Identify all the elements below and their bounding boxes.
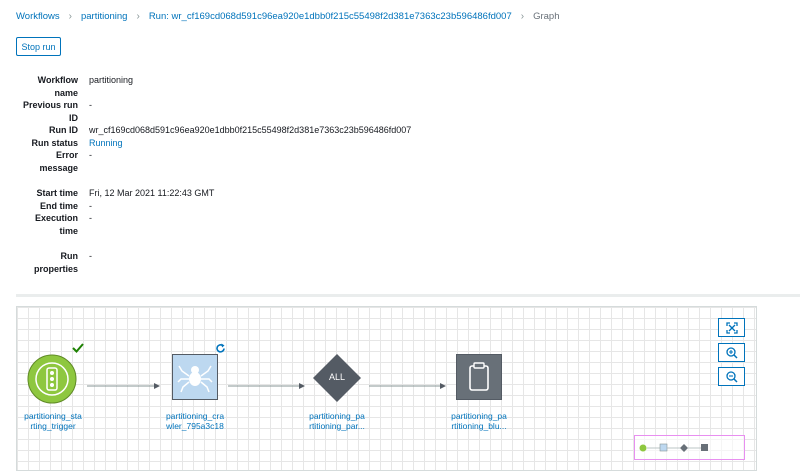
- node-label-line: rting_trigger: [30, 421, 76, 431]
- node-label-line: partitioning_pa: [309, 411, 365, 421]
- error-message-value: -: [89, 150, 92, 160]
- end-time-value: -: [89, 200, 92, 211]
- workflow-name-value: partitioning: [89, 75, 134, 85]
- section-divider: [16, 294, 800, 297]
- detail-previous-run: Previous run ID -: [16, 99, 516, 124]
- detail-label: Execution: [34, 213, 78, 223]
- node-label-line: rtitioning_par...: [309, 421, 365, 431]
- zoom-out-icon: [725, 370, 738, 383]
- run-properties-value: -: [89, 251, 92, 261]
- fit-to-screen-icon: [725, 321, 738, 334]
- node-label-line: partitioning_sta: [24, 411, 82, 421]
- checkmark-icon: [72, 343, 84, 353]
- detail-label: Workflow: [37, 75, 78, 85]
- chevron-right-icon: ›: [68, 11, 72, 22]
- detail-execution-time: Execution time -: [16, 212, 516, 237]
- detail-label: time: [59, 225, 78, 236]
- minimap-preview: [639, 443, 708, 452]
- node-label-line: partitioning_pa: [451, 411, 507, 421]
- run-details: Workflow name partitioning Previous run ID…: [16, 74, 516, 275]
- condition-node[interactable]: ALL: [312, 353, 362, 403]
- run-id-value: wr_cf169cd068d591c96ea920e1dbb0f215c5549…: [89, 125, 412, 135]
- detail-label: message: [39, 162, 78, 173]
- detail-label: Start time: [36, 188, 78, 198]
- detail-run-id: Run ID wr_cf169cd068d591c96ea920e1dbb0f2…: [16, 124, 516, 137]
- node-label-line: partitioning_cra: [165, 411, 225, 421]
- node-label-line: rtitioning_blu...: [451, 421, 507, 431]
- job-node[interactable]: [456, 354, 502, 400]
- detail-label: name: [54, 87, 78, 98]
- breadcrumb-run[interactable]: Run: wr_cf169cd068d591c96ea920e1dbb0f215…: [149, 11, 512, 22]
- crawler-spider-icon: [172, 354, 218, 400]
- detail-start-time: Start time Fri, 12 Mar 2021 11:22:43 GMT: [16, 187, 516, 200]
- detail-end-time: End time -: [16, 200, 516, 213]
- breadcrumb-workflow[interactable]: partitioning: [81, 11, 127, 22]
- detail-run-properties: Run properties -: [16, 250, 516, 275]
- detail-label: ID: [69, 112, 78, 123]
- condition-node-label[interactable]: partitioning_pa rtitioning_par...: [282, 411, 392, 431]
- job-node-label[interactable]: partitioning_pa rtitioning_blu...: [424, 411, 534, 431]
- detail-label: End time: [39, 200, 78, 211]
- detail-label: Error: [55, 150, 78, 160]
- crawler-node[interactable]: [172, 354, 218, 400]
- detail-label: Run ID: [49, 125, 78, 135]
- breadcrumb: Workflows › partitioning › Run: wr_cf169…: [16, 11, 559, 22]
- graph-minimap[interactable]: [634, 435, 745, 460]
- detail-label: Run: [60, 251, 79, 261]
- crawler-node-label[interactable]: partitioning_cra wler_795a3c18: [140, 411, 250, 431]
- detail-workflow-name: Workflow name partitioning: [16, 74, 516, 99]
- trigger-node[interactable]: [27, 354, 77, 404]
- detail-label: properties: [33, 263, 78, 274]
- execution-time-value: -: [89, 213, 92, 223]
- chevron-right-icon: ›: [520, 11, 525, 22]
- fit-to-screen-button[interactable]: [718, 318, 745, 337]
- refresh-icon: [216, 343, 225, 353]
- zoom-in-icon: [725, 346, 738, 359]
- trigger-node-label[interactable]: partitioning_sta rting_trigger: [0, 411, 108, 431]
- breadcrumb-current: Graph: [533, 11, 560, 22]
- stop-run-button[interactable]: Stop run: [16, 37, 61, 56]
- run-status-value: Running: [89, 137, 123, 148]
- detail-run-status: Run status Running: [16, 137, 516, 150]
- previous-run-value: -: [89, 100, 92, 110]
- chevron-right-icon: ›: [136, 11, 140, 22]
- zoom-out-button[interactable]: [718, 367, 745, 386]
- detail-label: Previous run: [22, 100, 78, 110]
- detail-label: Run status: [31, 137, 78, 148]
- condition-badge: ALL: [328, 372, 345, 382]
- breadcrumb-workflows[interactable]: Workflows: [16, 11, 60, 22]
- workflow-graph[interactable]: partitioning_sta rting_trigger partitioni…: [16, 306, 757, 471]
- zoom-in-button[interactable]: [718, 343, 745, 362]
- clipboard-icon: [456, 354, 502, 400]
- traffic-light-icon: [27, 354, 77, 404]
- node-label-line: wler_795a3c18: [166, 421, 224, 431]
- start-time-value: Fri, 12 Mar 2021 11:22:43 GMT: [89, 188, 215, 198]
- detail-error-message: Error message -: [16, 149, 516, 174]
